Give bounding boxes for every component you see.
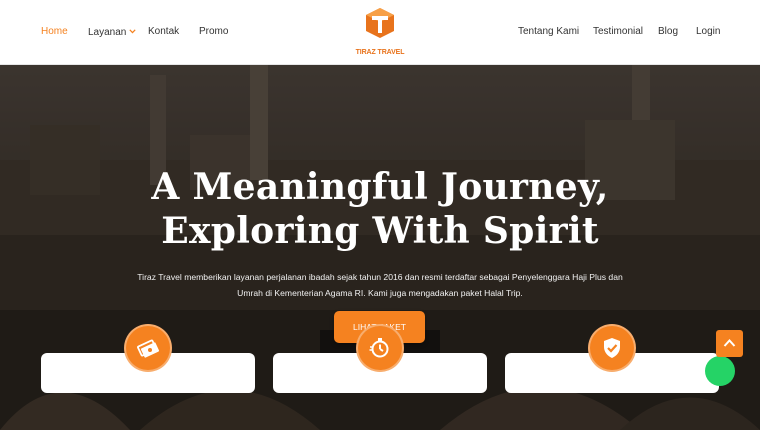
nav-home-link[interactable]: Home bbox=[41, 26, 68, 37]
hero-title-line-2: Exploring With Spirit bbox=[161, 210, 599, 252]
logo-text: TIRAZ TRAVEL bbox=[355, 49, 405, 56]
nav-tentang-kami-link[interactable]: Tentang Kami bbox=[518, 26, 579, 37]
shield-check-icon bbox=[588, 324, 636, 372]
stopwatch-icon bbox=[356, 324, 404, 372]
money-icon bbox=[124, 324, 172, 372]
nav-testimonial-link[interactable]: Testimonial bbox=[593, 26, 643, 37]
logo[interactable]: TIRAZ TRAVEL bbox=[353, 7, 407, 59]
nav-login-link[interactable]: Login bbox=[696, 26, 720, 37]
nav-kontak-link[interactable]: Kontak bbox=[148, 26, 179, 37]
tiraz-logo-mark-icon bbox=[364, 7, 396, 39]
nav-blog-link[interactable]: Blog bbox=[658, 26, 678, 37]
nav-layanan-label: Layanan bbox=[88, 27, 127, 38]
nav-promo-link[interactable]: Promo bbox=[199, 26, 228, 37]
whatsapp-icon[interactable] bbox=[705, 356, 735, 386]
hero-title: A Meaningful Journey, Exploring With Spi… bbox=[0, 165, 760, 253]
feature-card-3 bbox=[505, 324, 719, 393]
chevron-down-icon bbox=[129, 26, 137, 37]
hero-description: Tiraz Travel memberikan layanan perjalan… bbox=[137, 272, 623, 298]
hero-title-line-1: A Meaningful Journey, bbox=[151, 166, 609, 208]
chevron-up-icon bbox=[723, 339, 736, 347]
nav-layanan-link[interactable]: Layanan bbox=[88, 26, 137, 38]
scroll-to-top-button[interactable] bbox=[716, 330, 743, 357]
navbar: Home Layanan Kontak Promo TIRAZ TRAVEL T… bbox=[0, 0, 760, 65]
feature-card-2 bbox=[273, 324, 487, 393]
feature-card-1 bbox=[41, 324, 255, 393]
